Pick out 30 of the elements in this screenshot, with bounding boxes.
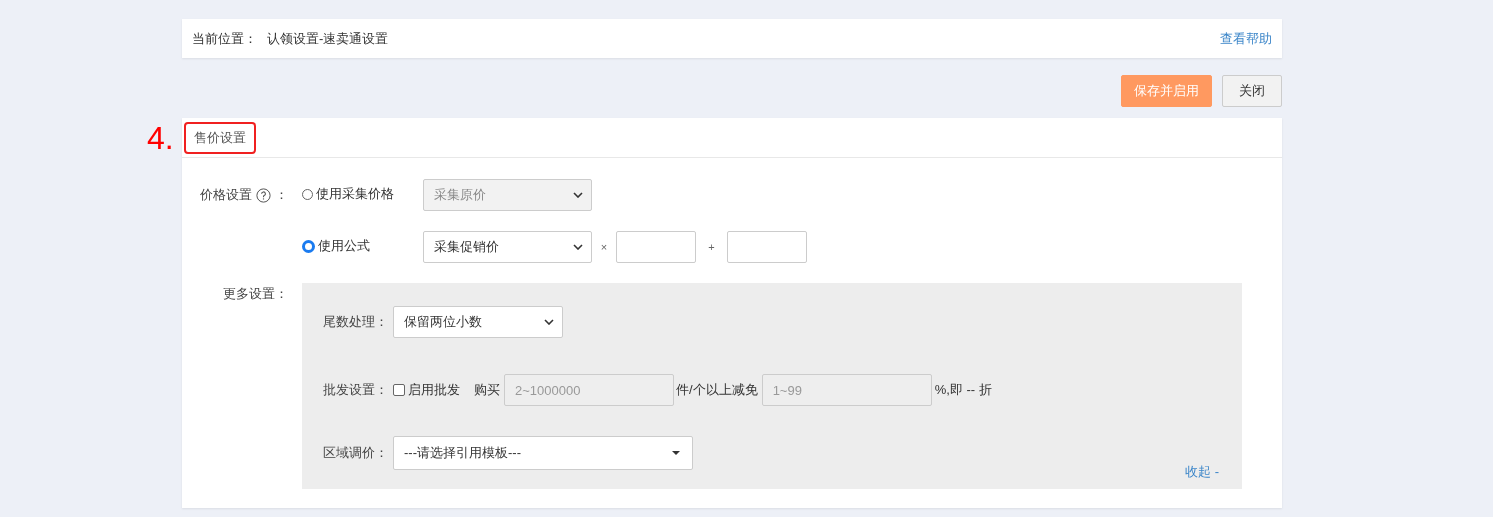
multiply-sign: × <box>599 241 609 253</box>
field-label: 更多设置： <box>223 286 288 301</box>
field-label: 价格设置 <box>200 186 252 204</box>
radio-option[interactable]: 使用公式 <box>302 231 423 255</box>
dropdown-icon <box>672 451 680 455</box>
discount-result: %,即 -- 折 <box>934 381 992 399</box>
multiplier-input[interactable] <box>616 231 696 263</box>
radio-button[interactable] <box>302 239 315 253</box>
chevron-down-icon <box>573 244 583 250</box>
wholesale-checkbox[interactable]: 启用批发 <box>393 381 460 399</box>
help-link[interactable]: 查看帮助 <box>1220 29 1272 48</box>
buy-label: 购买 <box>474 381 500 399</box>
breadcrumb-label: 当前位置： <box>192 29 257 48</box>
template-select[interactable]: ---请选择引用模板--- <box>393 436 693 470</box>
breadcrumb-path: 认领设置-速卖通设置 <box>267 29 389 48</box>
section-title: 售价设置 <box>184 121 256 154</box>
checkbox[interactable] <box>393 384 405 396</box>
field-label: 尾数处理： <box>323 313 389 331</box>
field-label: 区域调价： <box>323 444 389 462</box>
rounding-select[interactable]: 保留两位小数 <box>393 306 563 338</box>
close-button[interactable]: 关闭 <box>1222 75 1282 107</box>
label-colon: ： <box>275 186 288 204</box>
field-label: 批发设置： <box>323 381 389 399</box>
chevron-down-icon <box>573 192 583 198</box>
chevron-down-icon <box>544 319 554 325</box>
addend-input[interactable] <box>727 231 807 263</box>
price-source-select[interactable]: 采集促销价 <box>423 231 592 263</box>
step-number: 4. <box>147 120 174 156</box>
discount-label: 件/个以上减免 <box>676 381 758 399</box>
plus-sign: + <box>707 241 716 253</box>
